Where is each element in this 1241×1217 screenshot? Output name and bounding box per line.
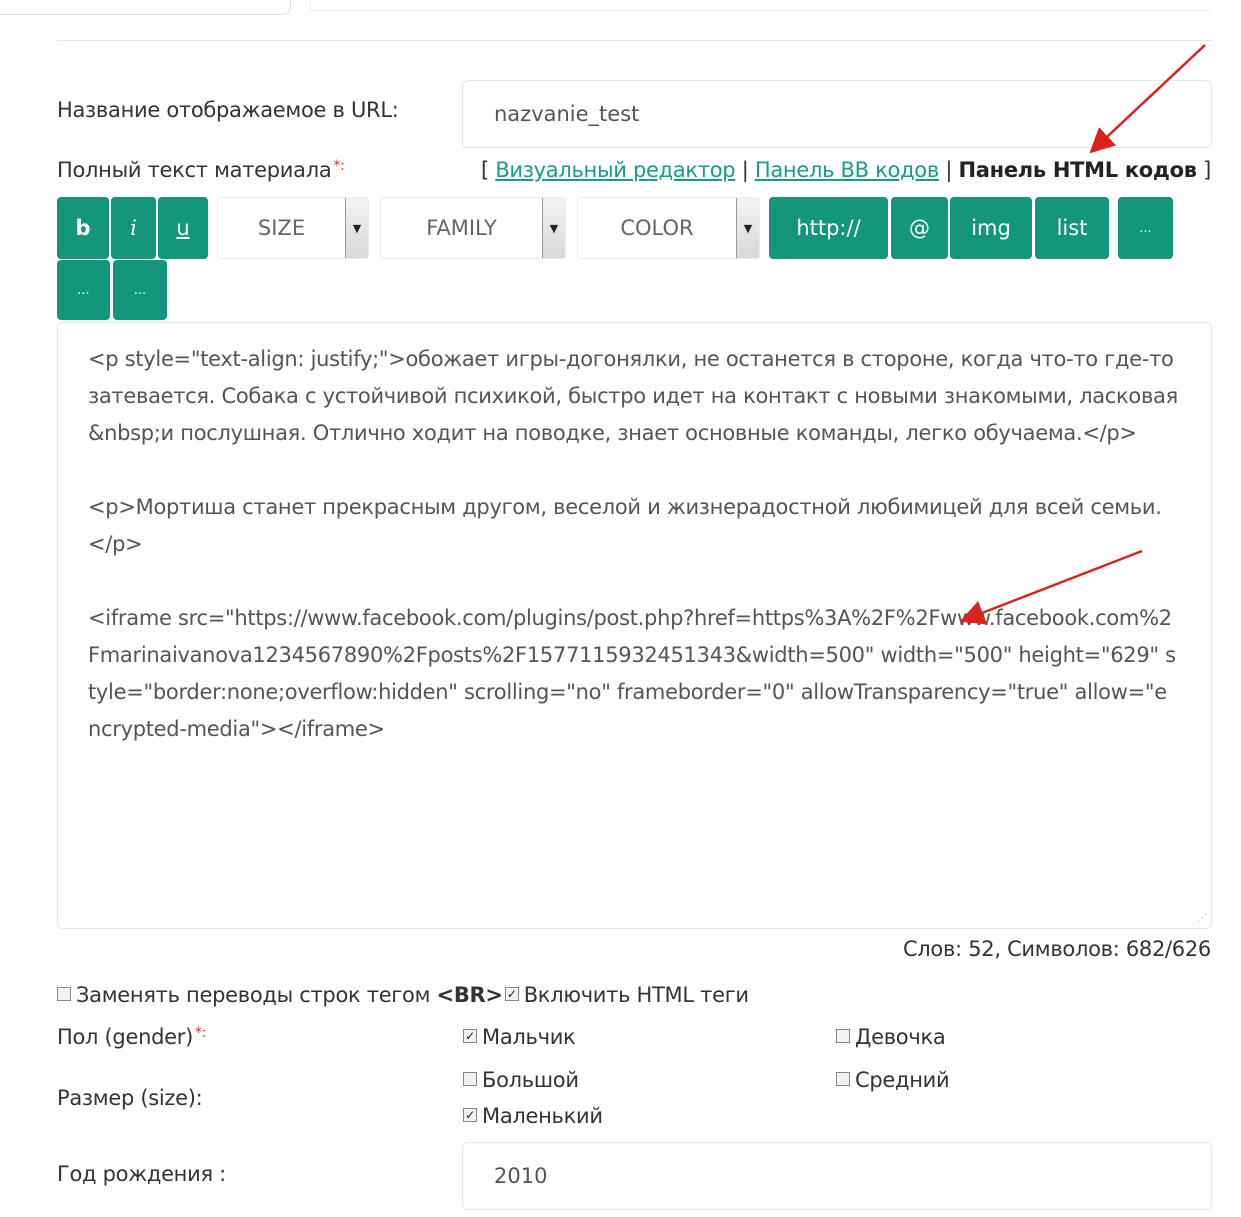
bb-codes-link[interactable]: Панель BB кодов: [755, 158, 939, 182]
divider: [57, 40, 1211, 41]
url-label: Название отображаемое в URL:: [57, 98, 399, 122]
birth-year-label: Год рождения :: [57, 1162, 226, 1186]
size-medium-checkbox[interactable]: [836, 1072, 850, 1086]
url-slug-input[interactable]: nazvanie_test: [462, 80, 1212, 148]
word-char-counter: Слов: 52, Символов: 682/626: [902, 937, 1211, 961]
italic-button[interactable]: i: [111, 197, 156, 259]
editor-options-row: Заменять переводы строк тегом <BR> ✓ Включ…: [57, 983, 749, 1007]
fulltext-label-text: Полный текст материала: [57, 158, 332, 182]
replace-br-label: Заменять переводы строк тегом: [76, 983, 431, 1007]
top-field-fragment: [310, 0, 1211, 11]
family-select-value: FAMILY: [426, 216, 497, 240]
more-button[interactable]: ...: [57, 260, 110, 320]
required-mark: *:: [194, 1025, 207, 1041]
more-button[interactable]: ...: [1118, 197, 1173, 259]
editor-mode-switch: [ Визуальный редактор | Панель BB кодов …: [481, 158, 1211, 182]
required-mark: *:: [333, 158, 345, 174]
fulltext-label: Полный текст материала *:: [57, 158, 345, 182]
enable-html-checkbox[interactable]: ✓: [504, 987, 519, 1001]
family-select[interactable]: FAMILY ▼: [380, 197, 566, 259]
gender-girl-label: Девочка: [855, 1025, 946, 1049]
size-option-small[interactable]: ✓ Маленький: [463, 1104, 603, 1128]
underline-button[interactable]: u: [158, 197, 208, 259]
gender-option-boy[interactable]: ✓ Мальчик: [463, 1025, 576, 1049]
mode-bracket-close: ]: [1203, 158, 1211, 182]
mode-separator: |: [945, 158, 953, 182]
size-medium-label: Средний: [855, 1068, 950, 1092]
bold-button[interactable]: b: [57, 197, 109, 259]
size-small-checkbox[interactable]: ✓: [463, 1108, 477, 1122]
replace-br-checkbox[interactable]: [57, 987, 71, 1001]
link-button[interactable]: http://: [769, 197, 888, 259]
enable-html-label: Включить HTML теги: [523, 983, 749, 1007]
color-select[interactable]: COLOR ▼: [577, 197, 760, 259]
size-option-big[interactable]: Большой: [463, 1068, 579, 1092]
size-big-label: Большой: [482, 1068, 579, 1092]
image-button[interactable]: img: [950, 197, 1032, 259]
color-select-value: COLOR: [620, 216, 694, 240]
html-codes-mode-active: Панель HTML кодов: [958, 158, 1197, 182]
mode-separator: |: [741, 158, 749, 182]
dropdown-arrow-icon: ▼: [542, 198, 565, 258]
dropdown-arrow-icon: ▼: [345, 198, 368, 258]
gender-girl-checkbox[interactable]: [836, 1029, 850, 1043]
size-big-checkbox[interactable]: [463, 1072, 477, 1086]
birth-year-value: 2010: [494, 1164, 548, 1188]
size-option-medium[interactable]: Средний: [836, 1068, 950, 1092]
size-select[interactable]: SIZE ▼: [217, 197, 369, 259]
list-button[interactable]: list: [1035, 197, 1109, 259]
resize-grip-icon[interactable]: ⋰: [1197, 913, 1207, 924]
br-tag-label: <BR>: [436, 983, 503, 1007]
birth-year-input[interactable]: 2010: [462, 1142, 1212, 1210]
gender-label: Пол (gender) *:: [57, 1025, 206, 1049]
gender-boy-label: Мальчик: [482, 1025, 576, 1049]
html-code-textarea[interactable]: <p style="text-align: justify;">обожает …: [57, 322, 1212, 929]
size-label: Размер (size):: [57, 1086, 203, 1110]
mode-bracket-open: [: [481, 158, 489, 182]
dropdown-arrow-icon: ▼: [736, 198, 759, 258]
email-button[interactable]: @: [891, 197, 948, 259]
gender-label-text: Пол (gender): [57, 1025, 193, 1049]
size-select-value: SIZE: [257, 216, 306, 240]
top-tab-fragment: [0, 0, 291, 15]
visual-editor-link[interactable]: Визуальный редактор: [495, 158, 735, 182]
url-slug-value: nazvanie_test: [494, 102, 640, 126]
gender-boy-checkbox[interactable]: ✓: [463, 1029, 477, 1043]
gender-option-girl[interactable]: Девочка: [836, 1025, 946, 1049]
editor-content: <p style="text-align: justify;">обожает …: [88, 347, 1178, 741]
size-small-label: Маленький: [482, 1104, 603, 1128]
more-button[interactable]: ...: [113, 260, 167, 320]
